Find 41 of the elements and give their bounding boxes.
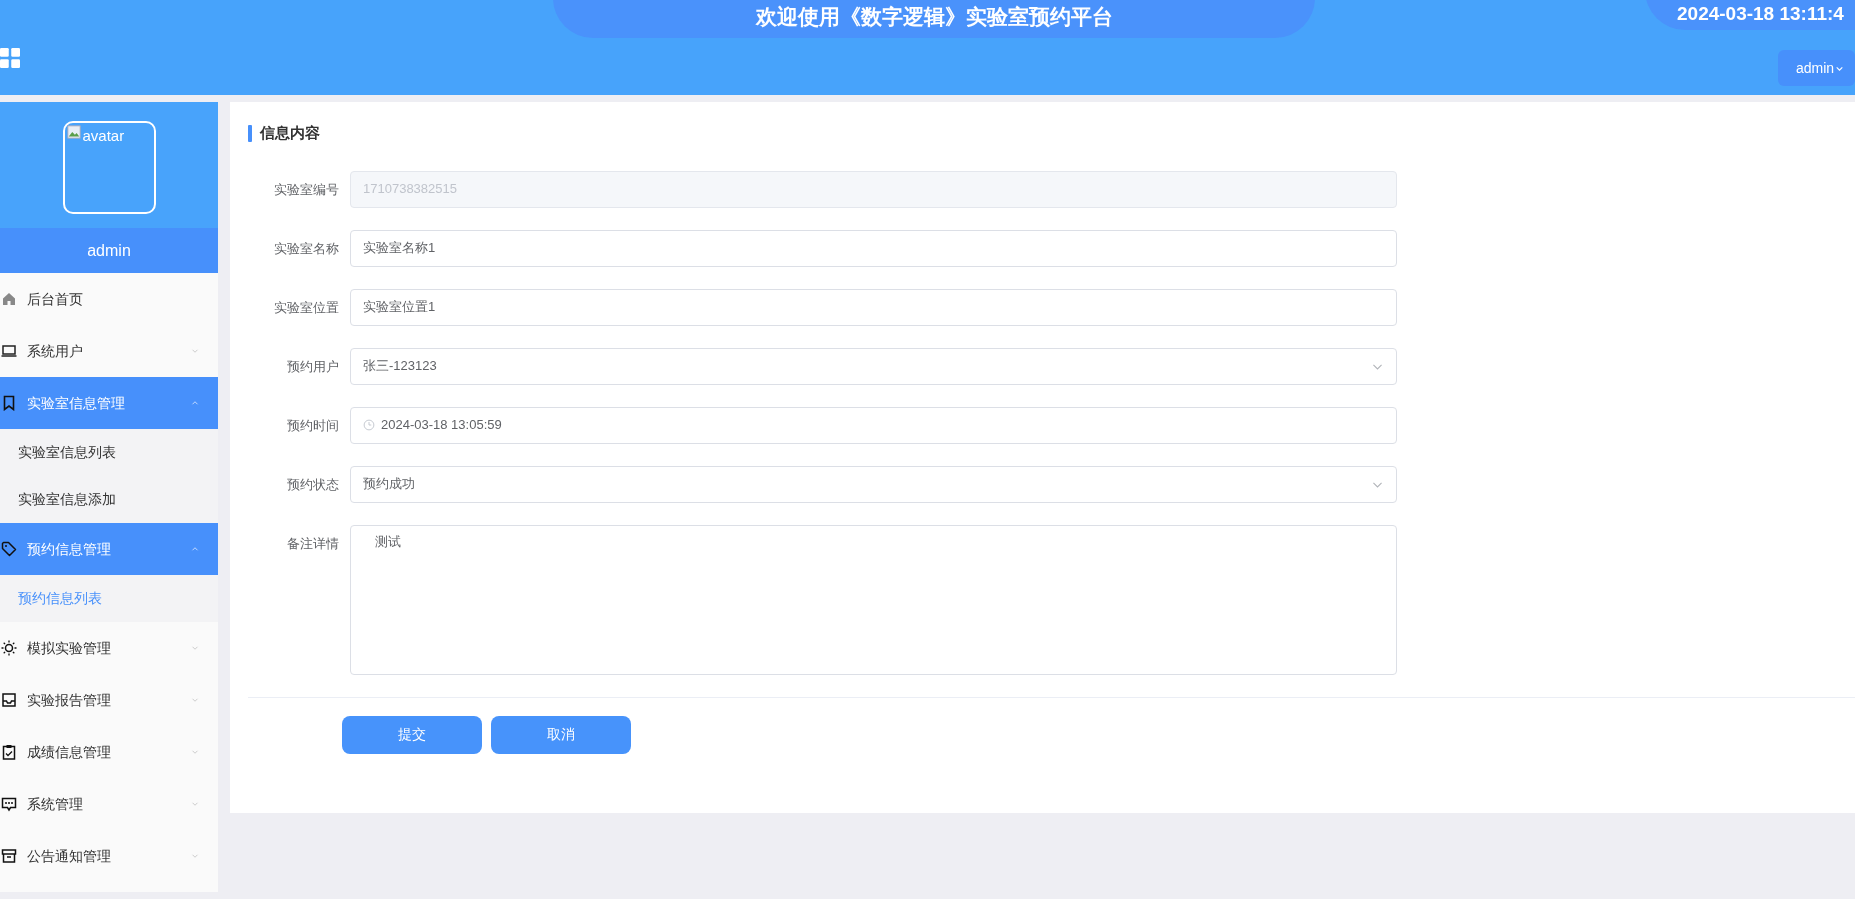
input-field[interactable]: 实验室位置1 — [350, 288, 1397, 326]
menu-item[interactable]: 实验报告管理 — [0, 674, 218, 726]
field-label: 实验室位置 — [273, 298, 340, 317]
menu-item[interactable]: 成绩信息管理 — [0, 726, 218, 778]
textarea-field[interactable]: 测试 — [350, 524, 1397, 675]
field-label: 备注详情 — [286, 534, 340, 553]
clock-icon — [363, 419, 375, 431]
select-field[interactable]: 预约成功 — [350, 465, 1397, 503]
field-label: 预约状态 — [286, 475, 340, 494]
submenu-item[interactable]: 实验室信息列表 — [0, 429, 218, 476]
chat-icon — [1, 796, 17, 812]
avatar-alt-text: avatar — [82, 126, 125, 146]
username: admin — [0, 228, 218, 273]
submenu-item[interactable]: 实验室信息添加 — [0, 476, 218, 523]
menu-item[interactable]: 系统管理 — [0, 778, 218, 830]
page-title: 欢迎使用《数字逻辑》实验室预约平台 — [553, 0, 1315, 38]
field-label: 实验室编号 — [273, 180, 340, 199]
section-title: 信息内容 — [260, 123, 320, 143]
menu-icon[interactable] — [0, 48, 20, 68]
menu-item[interactable]: 模拟实验管理 — [0, 622, 218, 674]
menu-item[interactable]: 公告通知管理 — [0, 830, 218, 882]
inbox-icon — [1, 692, 17, 708]
field-label: 预约用户 — [286, 357, 340, 376]
bookmark-icon — [1, 395, 17, 411]
sun-icon — [1, 640, 17, 656]
caret-icon — [1835, 64, 1845, 74]
home-icon — [1, 291, 17, 307]
clock-text: 2024-03-18 13:11:4 — [1645, 0, 1855, 30]
accent-bar — [248, 124, 252, 142]
archive-icon — [1, 848, 17, 864]
select-field[interactable]: 张三-123123 — [350, 347, 1397, 385]
tag-icon — [1, 541, 17, 557]
laptop-icon — [1, 343, 17, 359]
field-label: 实验室名称 — [273, 239, 340, 258]
input-field[interactable]: 实验室名称1 — [350, 229, 1397, 267]
menu-item[interactable]: 后台首页 — [0, 273, 218, 325]
field-label: 预约时间 — [286, 416, 340, 435]
menu-item[interactable]: 系统用户 — [0, 325, 218, 377]
date-time-field[interactable]: 2024-03-18 13:05:59 — [350, 406, 1397, 444]
clipboard-icon — [1, 744, 17, 760]
broken-image-icon — [66, 125, 81, 139]
